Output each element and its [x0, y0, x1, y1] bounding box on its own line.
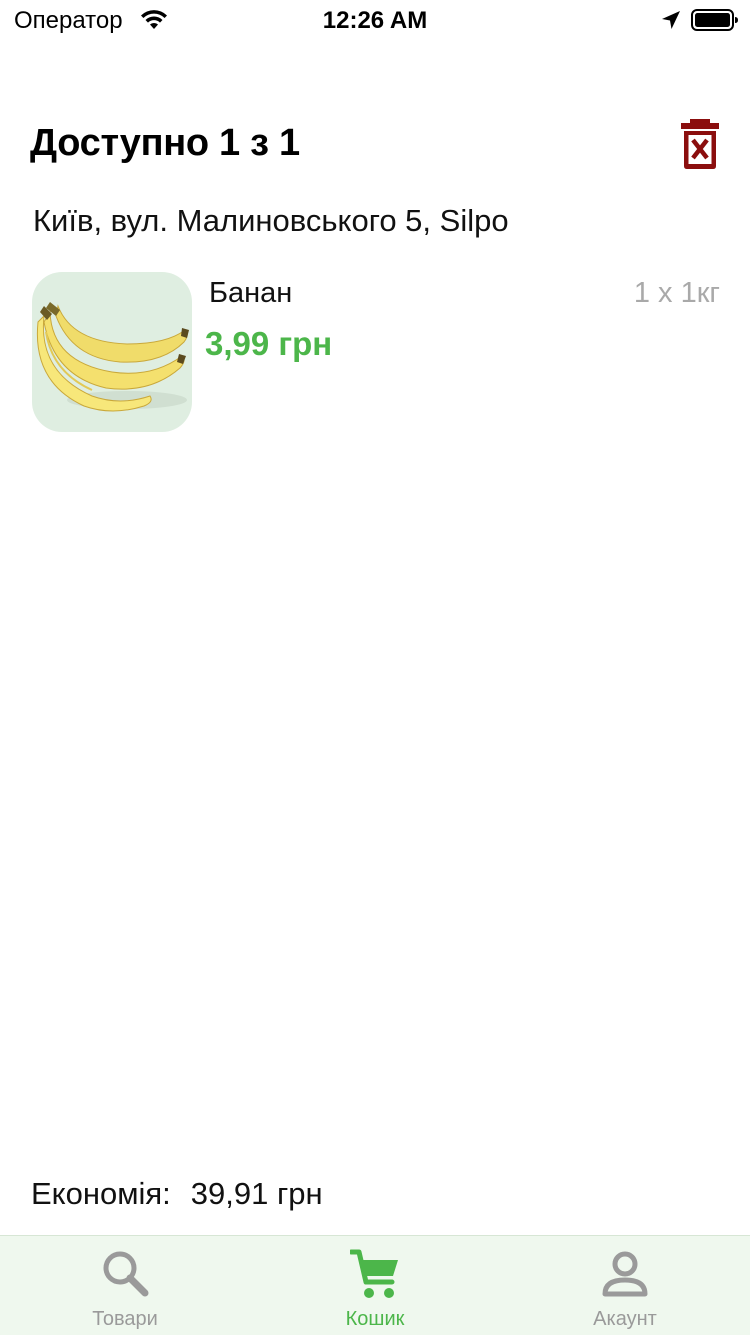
tab-bar: Товари Кошик Акаунт: [0, 1235, 750, 1335]
store-address: Київ, вул. Малиновського 5, Silpo: [33, 203, 509, 238]
product-quantity: 1 x 1кг: [633, 277, 720, 309]
savings-label: Економія:: [31, 1176, 171, 1211]
search-icon: [103, 1251, 149, 1297]
product-price: 3,99 грн: [205, 325, 333, 362]
product-name: Банан: [209, 277, 293, 309]
cart-item[interactable]: Банан 3,99 грн 1 x 1кг: [32, 272, 722, 434]
account-icon: [602, 1251, 648, 1297]
banana-image: [36, 302, 189, 412]
tab-cart-label: Кошик: [345, 1308, 405, 1330]
tab-products-label: Товари: [92, 1308, 158, 1330]
trash-icon: [681, 119, 719, 169]
tab-products[interactable]: Товари: [0, 1236, 250, 1335]
savings-row: Економія: 39,91 грн: [31, 1176, 323, 1212]
cart-icon: [350, 1249, 398, 1298]
tab-account[interactable]: Акаунт: [500, 1236, 750, 1335]
savings-value: 39,91 грн: [190, 1176, 323, 1211]
tab-account-label: Акаунт: [593, 1308, 657, 1330]
status-bar: Оператор 12:26 AM: [0, 0, 750, 40]
status-time: 12:26 AM: [322, 7, 428, 34]
battery-icon: [691, 9, 738, 31]
product-image: [32, 272, 192, 432]
tab-cart[interactable]: Кошик: [250, 1236, 500, 1335]
page-title: Доступно 1 з 1: [30, 122, 300, 164]
location-arrow-icon: [662, 11, 680, 29]
clear-cart-button[interactable]: [676, 118, 724, 170]
